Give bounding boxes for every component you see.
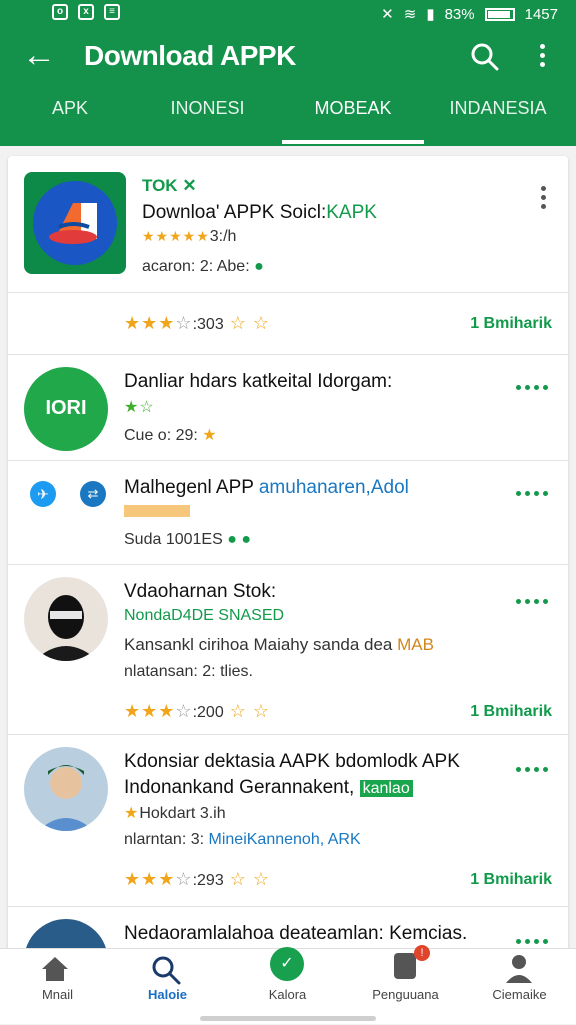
battery-icon — [484, 7, 515, 21]
rating-stars: ★☆ — [124, 399, 155, 416]
signal-icon: ▮ — [426, 6, 435, 23]
app-logo: IORI — [24, 367, 108, 451]
battery-percent: 83% — [444, 5, 475, 23]
notification-icon: o — [52, 4, 68, 20]
device-icon — [394, 953, 416, 979]
nav-profile[interactable]: Ciemaike — [462, 949, 576, 1025]
wifi-icon: ≋ — [403, 6, 417, 23]
featured-app[interactable]: TOK ✕ Downloa' APPK Soicl:KAPK ★★★★★3:/h… — [8, 156, 568, 292]
app-list-card: TOK ✕ Downloa' APPK Soicl:KAPK ★★★★★3:/h… — [8, 156, 568, 956]
tab-apk[interactable]: APK — [20, 98, 120, 119]
rating-stars: ★★★★★3:/h — [142, 228, 237, 245]
item-subtitle: Indonankand Gerannakent, kanlao — [124, 777, 413, 799]
rating-stars: ★★★☆:200 ☆ ☆ — [124, 701, 270, 721]
notification-icons: o x ≡ — [52, 4, 120, 20]
item-title: Malhegenl APP amuhanaren,Adol — [124, 477, 409, 498]
item-title: Kdonsiar dektasia AAPK bdomlodk APK — [124, 751, 460, 772]
share-icon: ⇄ — [80, 481, 106, 507]
item-more-icon[interactable] — [516, 491, 548, 496]
app-store-icon: ✓ — [270, 947, 304, 981]
home-icon — [42, 957, 68, 981]
search-icon[interactable] — [470, 42, 500, 72]
tab-inonesi[interactable]: INONESI — [150, 98, 265, 119]
item-more-icon[interactable] — [516, 385, 548, 390]
clock: 1457 — [524, 5, 558, 23]
rating-stars: ★★★☆:303 ☆ ☆ — [124, 313, 270, 333]
app-badge-label: TOK — [142, 176, 178, 195]
list-item[interactable]: Kdonsiar dektasia AAPK bdomlodk APK Indo… — [8, 734, 568, 906]
system-icons: ✕ ≋ ▮ 83% 1457 — [381, 5, 558, 24]
item-more-icon[interactable] — [516, 767, 548, 772]
rating-stars: ★★★☆:293 ☆ ☆ — [124, 869, 270, 889]
item-subtitle: NondaD4DE SNASED — [124, 607, 285, 624]
search-icon — [152, 956, 181, 985]
item-more-icon[interactable] — [516, 599, 548, 604]
notification-badge: ! — [414, 945, 430, 961]
user-avatar — [24, 577, 108, 661]
promo-tag — [124, 505, 190, 517]
item-meta: nlatansan: 2: tlies. — [124, 663, 253, 680]
leaf-icon: ● — [254, 258, 264, 275]
page-title: Download APPK — [84, 40, 296, 71]
app-bar: ← Download APPK — [0, 28, 576, 88]
social-icons: ✈ ⇄ — [30, 481, 110, 511]
item-meta: Cue o: 29: ★ — [124, 427, 217, 444]
nav-center[interactable]: ✓ Kalora — [230, 947, 345, 1025]
twitter-icon: ✈ — [30, 481, 56, 507]
download-count: 1 Bmiharik — [470, 871, 552, 888]
featured-app-name: Downloa' APPK Soicl:KAPK — [142, 202, 377, 223]
bottom-navigation: Mnail Haloie ✓ Kalora ! Penguuana Ciemai… — [0, 945, 576, 1025]
item-title: Danliar hdars katkeital Idorgam: — [124, 371, 393, 392]
person-icon — [506, 955, 532, 983]
overflow-menu-icon[interactable] — [530, 40, 554, 74]
download-count: 1 Bmiharik — [470, 703, 552, 720]
download-count: 1 Bmiharik — [470, 315, 552, 332]
list-item[interactable]: Vdaoharnan Stok: NondaD4DE SNASED Kansan… — [8, 564, 568, 734]
tab-mobeak[interactable]: MOBEAK — [282, 98, 424, 119]
nav-search[interactable]: Haloie — [110, 949, 225, 1025]
nav-home[interactable]: Mnail — [0, 949, 115, 1025]
app-icon — [24, 172, 126, 274]
list-item[interactable]: IORI Danliar hdars katkeital Idorgam: ★☆… — [8, 354, 568, 460]
tab-indanesia[interactable]: INDANESIA — [440, 98, 556, 119]
item-more-icon[interactable] — [541, 186, 546, 209]
featured-footer: ★★★☆:303 ☆ ☆ 1 Bmiharik — [8, 292, 568, 354]
item-title: Nedaoramlalahoa deateamlan: Kemcias. — [124, 923, 468, 944]
tab-bar: APK INONESI MOBEAK INDANESIA — [0, 88, 576, 146]
back-arrow-icon[interactable]: ← — [22, 38, 56, 72]
app-meta: acaron: 2: Abe: ● — [142, 258, 264, 275]
rating-stars: ★Hokdart 3.ih — [124, 805, 226, 822]
item-description: Kansankl cirihoa Maiahy sanda dea MAB — [124, 635, 434, 654]
home-indicator[interactable] — [200, 1016, 376, 1021]
notification-icon: x — [78, 4, 94, 20]
nav-downloads[interactable]: ! Penguuana — [348, 945, 463, 1025]
badge-icon: ✕ — [182, 176, 197, 195]
item-more-icon[interactable] — [516, 939, 548, 944]
item-title: Vdaoharnan Stok: — [124, 581, 277, 602]
notification-icon: ≡ — [104, 4, 120, 20]
item-meta: nlarntan: 3: MineiKannenoh, ARK — [124, 831, 361, 848]
list-item[interactable]: ✈ ⇄ Malhegenl APP amuhanaren,Adol Suda 1… — [8, 460, 568, 564]
mute-icon: ✕ — [381, 6, 394, 23]
user-avatar — [24, 747, 108, 831]
status-bar: o x ≡ ✕ ≋ ▮ 83% 1457 — [0, 0, 576, 28]
item-meta: Suda 1001ES ● ● — [124, 531, 251, 548]
active-tab-indicator — [282, 140, 424, 144]
